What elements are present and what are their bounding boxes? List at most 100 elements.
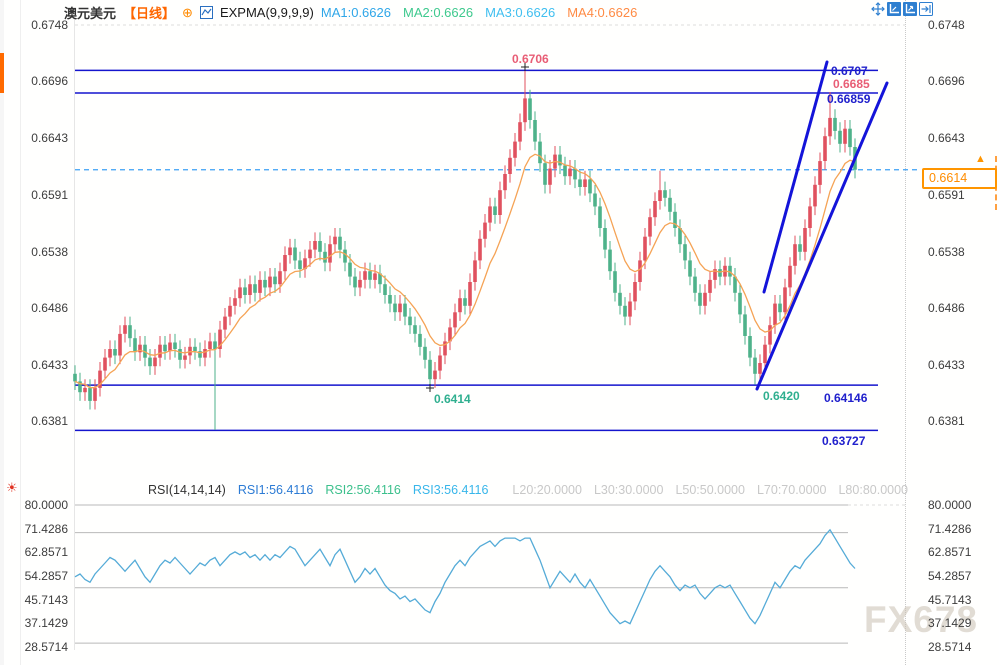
candle-body: [843, 129, 847, 144]
candle-body: [493, 206, 497, 215]
price-up-arrow-icon: ▲: [975, 153, 986, 165]
candle-body: [433, 371, 437, 380]
indicator-chart-icon: [200, 6, 213, 19]
candle-body: [193, 347, 197, 351]
candle-body: [178, 349, 182, 360]
candle-body: [243, 287, 247, 295]
candle-body: [768, 325, 772, 344]
rsi-level-label: L30:30.0000: [594, 483, 664, 497]
candle-body: [298, 260, 302, 269]
candle-body: [133, 338, 137, 352]
rsi-settings-icon[interactable]: ☀: [6, 480, 18, 496]
candle-body: [118, 334, 122, 356]
candle-body: [248, 284, 252, 295]
candle-body: [773, 304, 777, 326]
candle-body: [183, 356, 187, 360]
candle-body: [808, 206, 812, 228]
candle-body: [743, 314, 747, 336]
symbol-name: 澳元美元: [64, 3, 116, 22]
candle-body: [368, 271, 372, 280]
ma-value-label: MA4:0.6626: [567, 5, 637, 20]
candle-body: [328, 244, 332, 262]
candle-body: [608, 250, 612, 272]
candle-body: [758, 363, 762, 374]
rsi-level-label: L80:80.0000: [838, 483, 908, 497]
chart-canvas[interactable]: [0, 0, 999, 665]
candle-body: [533, 120, 537, 142]
timeframe-label[interactable]: 【日线】: [123, 3, 175, 22]
candle-body: [353, 277, 357, 288]
left-scrollbar-thumb[interactable]: [0, 53, 4, 93]
indicator-label[interactable]: EXPMA(9,9,9,9): [220, 5, 314, 20]
candle-body: [173, 343, 177, 350]
candle-body: [633, 282, 637, 301]
candle-body: [93, 388, 97, 401]
candle-body: [253, 284, 257, 293]
candle-body: [653, 201, 657, 217]
candle-body: [473, 260, 477, 282]
axis-scale-icon[interactable]: [887, 2, 901, 16]
crosshair-move-icon[interactable]: [871, 2, 885, 16]
add-indicator-icon[interactable]: ⊕: [182, 6, 193, 19]
candle-body: [148, 358, 152, 367]
candle-body: [408, 317, 412, 326]
candle-body: [593, 194, 597, 207]
candle-body: [278, 271, 282, 284]
candle-body: [263, 280, 267, 288]
rsi-level-label: L70:70.0000: [757, 483, 827, 497]
candle-body: [848, 129, 852, 147]
candle-body: [828, 118, 832, 136]
candle-body: [463, 298, 467, 306]
candle-body: [233, 298, 237, 306]
candle-body: [438, 356, 442, 371]
candle-body: [228, 306, 232, 317]
rsi-line: [75, 530, 855, 624]
collapse-panel-icon[interactable]: [919, 2, 933, 16]
candle-body: [313, 241, 317, 250]
candle-body: [833, 118, 837, 131]
candle-body: [348, 263, 352, 277]
candle-body: [153, 358, 157, 367]
candle-body: [103, 358, 107, 371]
candle-body: [563, 165, 567, 176]
candle-body: [73, 374, 77, 382]
rsi-level-labels: L20:20.0000L30:30.0000L50:50.0000L70:70.…: [512, 483, 920, 497]
candle-body: [698, 293, 702, 306]
candle-body: [453, 312, 457, 327]
candle-body: [683, 244, 687, 260]
candle-body: [423, 347, 427, 360]
ma-value-label: MA3:0.6626: [485, 5, 555, 20]
candle-body: [338, 237, 342, 250]
candle-body: [258, 280, 262, 293]
ma-values: MA1:0.6626MA2:0.6626MA3:0.6626MA4:0.6626: [321, 5, 649, 20]
trading-chart-app: 0.67480.67480.66960.66960.66430.66430.65…: [0, 0, 999, 665]
candle-body: [128, 325, 132, 338]
candle-body: [498, 190, 502, 215]
candle-body: [568, 169, 572, 177]
candle-body: [113, 349, 117, 356]
candle-body: [413, 325, 417, 334]
candle-body: [223, 317, 227, 330]
axis-settings-icon[interactable]: [903, 2, 917, 16]
candle-body: [668, 198, 672, 212]
candle-body: [363, 271, 367, 280]
candle-body: [603, 228, 607, 250]
candle-body: [468, 282, 472, 306]
candle-body: [428, 360, 432, 379]
candle-body: [488, 206, 492, 222]
candle-body: [123, 325, 127, 334]
candle-body: [618, 293, 622, 306]
candle-body: [838, 131, 842, 144]
candle-body: [388, 295, 392, 304]
candle-body: [543, 163, 547, 185]
candle-body: [203, 349, 207, 358]
candle-body: [518, 122, 522, 141]
candle-body: [403, 304, 407, 317]
candle-body: [273, 277, 277, 285]
candle-body: [538, 142, 542, 164]
candle-body: [623, 306, 627, 317]
candle-body: [708, 280, 712, 293]
rsi-title[interactable]: RSI(14,14,14): [148, 483, 226, 497]
candle-body: [288, 248, 292, 256]
rsi-header: RSI(14,14,14) RSI1:56.4116RSI2:56.4116RS…: [148, 483, 920, 497]
